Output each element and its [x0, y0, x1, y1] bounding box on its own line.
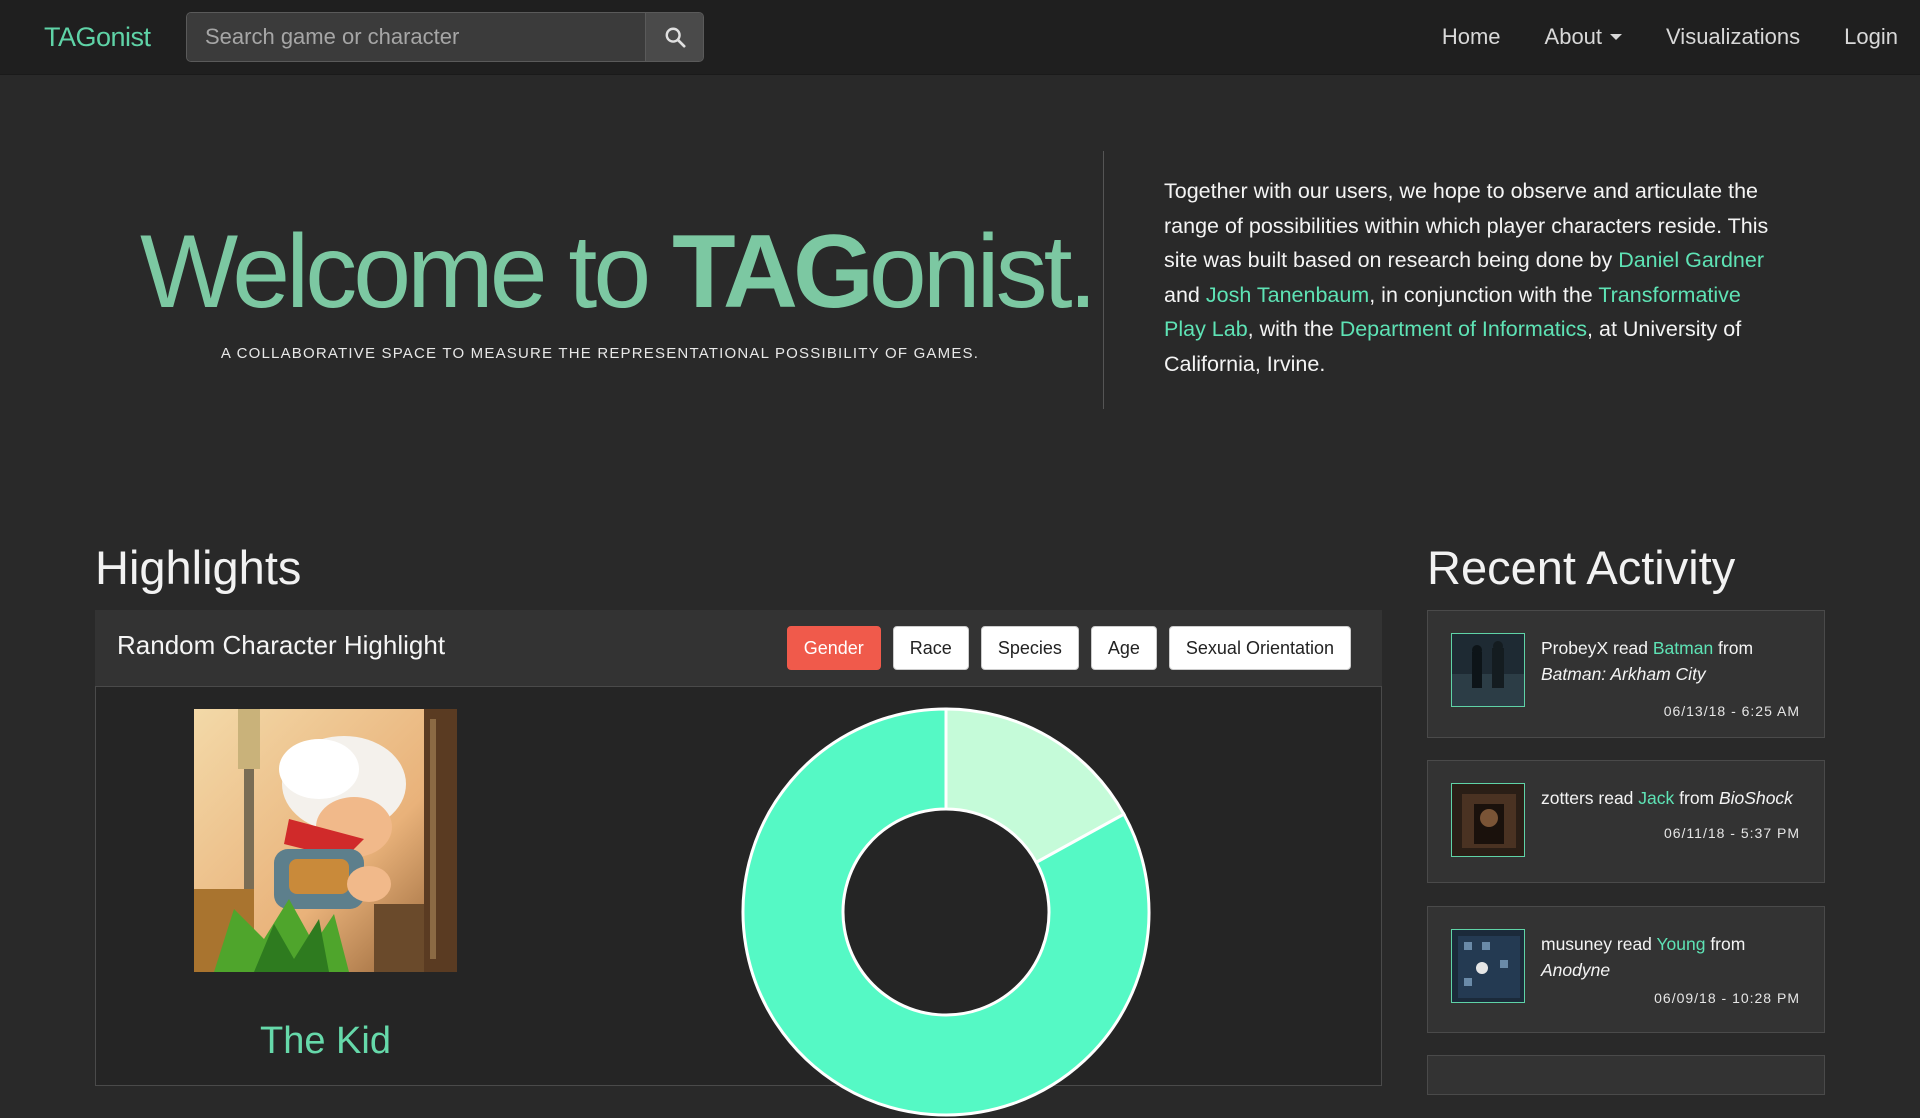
filter-gender-button[interactable]: Gender [786, 626, 881, 670]
activity-character-link[interactable]: Jack [1638, 788, 1674, 808]
chevron-down-icon [1610, 34, 1623, 40]
activity-from: from [1713, 638, 1754, 658]
filter-group: Gender Race Species Age Sexual Orientati… [775, 626, 1351, 670]
activity-item: musuney read Young from Anodyne 06/09/18… [1427, 906, 1825, 1033]
activity-text: musuney read Young from Anodyne [1541, 931, 1803, 983]
filter-age-button[interactable]: Age [1090, 626, 1157, 670]
activity-thumbnail[interactable] [1451, 633, 1525, 707]
highlight-panel-title: Random Character Highlight [117, 630, 446, 660]
activity-item: zotters read Jack from BioShock 06/11/18… [1427, 760, 1825, 883]
hero-title-prefix: Welcome to [140, 214, 673, 330]
activity-timestamp: 06/09/18 - 10:28 PM [1654, 990, 1800, 1006]
activity-text: ProbeyX read Batman from Batman: Arkham … [1541, 635, 1803, 687]
activity-game[interactable]: BioShock [1719, 788, 1793, 808]
highlights-title: Highlights [95, 541, 302, 594]
search-button[interactable] [645, 13, 703, 61]
hero-title-bold: TAG [672, 214, 874, 330]
activity-item [1427, 1055, 1825, 1095]
activity-timestamp: 06/11/18 - 5:37 PM [1663, 825, 1800, 841]
nav-visualizations[interactable]: Visualizations [1666, 24, 1800, 50]
nav-about-label: About [1544, 24, 1603, 49]
activity-text: zotters read Jack from BioShock [1541, 785, 1803, 811]
activity-user[interactable]: ProbeyX [1541, 638, 1608, 658]
link-department-informatics[interactable]: Department of Informatics [1340, 317, 1587, 341]
hero-title: Welcome to TAGonist. [140, 214, 1097, 330]
hero-text-2: and [1164, 282, 1206, 307]
activity-from: from [1674, 788, 1719, 808]
gender-donut-chart [741, 707, 1151, 1117]
activity-from: from [1705, 934, 1746, 954]
activity-user[interactable]: musuney [1541, 934, 1612, 954]
filter-race-button[interactable]: Race [892, 626, 969, 670]
search-bar [186, 12, 704, 62]
activity-game[interactable]: Anodyne [1541, 960, 1610, 980]
recent-activity-title: Recent Activity [1427, 541, 1736, 594]
hero-title-suffix: onist. [868, 214, 1098, 330]
brand-logo[interactable]: TAGonist [44, 0, 151, 74]
nav-login[interactable]: Login [1844, 24, 1898, 50]
activity-verb: read [1612, 934, 1657, 954]
activity-user[interactable]: zotters [1541, 788, 1594, 808]
activity-timestamp: 06/13/18 - 6:25 AM [1663, 703, 1800, 719]
hero-divider [1103, 151, 1104, 409]
navbar: TAGonist Home About Visualizations Login [0, 0, 1920, 75]
activity-thumbnail[interactable] [1451, 929, 1525, 1003]
activity-character-link[interactable]: Batman [1653, 638, 1713, 658]
link-daniel-gardner[interactable]: Daniel Gardner [1618, 248, 1764, 272]
hero-subtitle: A COLLABORATIVE SPACE TO MEASURE THE REP… [220, 345, 980, 362]
search-icon [665, 27, 686, 48]
link-josh-tanenbaum[interactable]: Josh Tanenbaum [1206, 283, 1369, 307]
activity-verb: read [1593, 788, 1639, 808]
hero-text-4: , with the [1247, 317, 1340, 341]
filter-sexual-orientation-button[interactable]: Sexual Orientation [1168, 626, 1351, 670]
activity-character-link[interactable]: Young [1656, 934, 1705, 954]
highlight-panel-header: Random Character Highlight Gender Race S… [95, 610, 1382, 686]
activity-verb: read [1608, 638, 1653, 658]
activity-thumbnail[interactable] [1451, 783, 1525, 857]
character-portrait[interactable] [194, 709, 457, 972]
nav-links: Home About Visualizations Login [1398, 0, 1898, 74]
activity-item: ProbeyX read Batman from Batman: Arkham … [1427, 610, 1825, 738]
character-name[interactable]: The Kid [194, 1020, 457, 1063]
filter-species-button[interactable]: Species [980, 626, 1079, 670]
nav-home[interactable]: Home [1442, 24, 1501, 50]
nav-about[interactable]: About [1545, 24, 1623, 50]
hero-text-3: , in conjunction with the [1369, 282, 1599, 307]
activity-game[interactable]: Batman: Arkham City [1541, 664, 1706, 684]
hero-description: Together with our users, we hope to obse… [1164, 174, 1774, 381]
search-input[interactable] [187, 13, 645, 61]
